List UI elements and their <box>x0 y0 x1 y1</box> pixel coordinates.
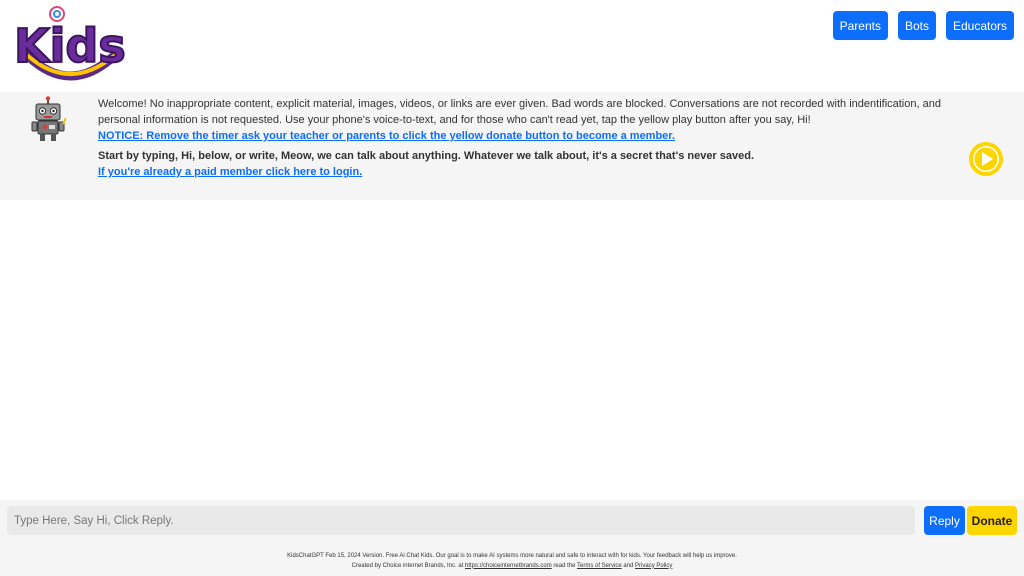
privacy-link[interactable]: Privacy Policy <box>635 563 672 569</box>
footer-line-1: KidsChatGPT Feb 15, 2024 Version. Free A… <box>287 553 737 559</box>
reply-button[interactable]: Reply <box>924 506 965 535</box>
footer-read: read the <box>553 562 576 569</box>
welcome-intro: Welcome! No inappropriate content, expli… <box>98 98 941 126</box>
bots-button[interactable]: Bots <box>897 11 936 40</box>
terms-link[interactable]: Terms of Service <box>577 563 622 569</box>
footer-notice: KidsChatGPT Feb 15, 2024 Version. Free A… <box>0 552 1024 571</box>
top-nav: Parents Bots Educators <box>832 11 1014 40</box>
donate-button[interactable]: Donate <box>967 506 1017 535</box>
kids-logo[interactable]: Kids <box>10 4 132 82</box>
play-icon <box>973 146 999 172</box>
start-instructions: Start by typing, Hi, below, or write, Me… <box>98 150 755 162</box>
welcome-message: Welcome! No inappropriate content, expli… <box>98 96 948 180</box>
educators-button[interactable]: Educators <box>945 11 1014 40</box>
parents-button[interactable]: Parents <box>832 11 888 40</box>
footer-and: and <box>623 562 634 569</box>
site-link[interactable]: https://choiceinternetbrands.com <box>465 563 552 569</box>
notice-link[interactable]: NOTICE: Remove the timer ask your teache… <box>98 128 948 144</box>
message-input[interactable] <box>7 506 915 535</box>
footer-credit: Created by Choice internet Brands, Inc. … <box>351 562 464 569</box>
footer-line-2: Created by Choice internet Brands, Inc. … <box>0 562 1024 572</box>
play-button[interactable] <box>969 142 1003 176</box>
login-link[interactable]: If you're already a paid member click he… <box>98 164 948 180</box>
robot-avatar-icon <box>30 96 67 142</box>
logo-wordmark: Kids <box>14 19 126 73</box>
